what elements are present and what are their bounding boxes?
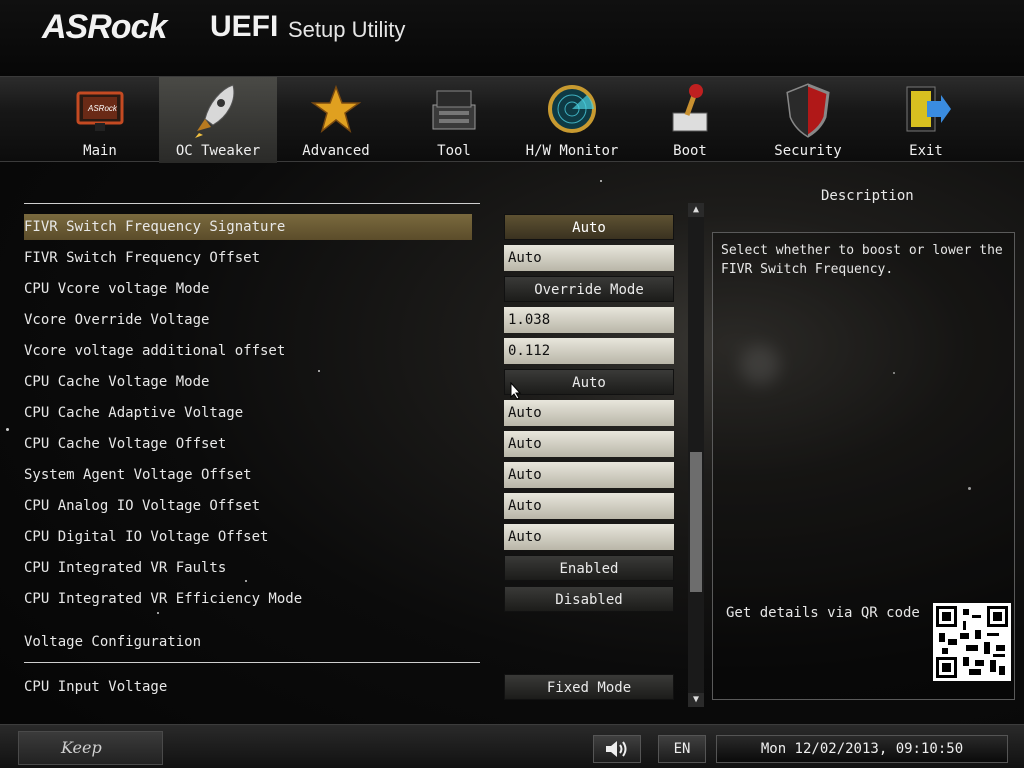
tab-hw-monitor-label: H/W Monitor xyxy=(525,143,619,159)
svg-text:ASRock: ASRock xyxy=(87,104,118,113)
setting-label: CPU Integrated VR Efficiency Mode xyxy=(24,591,303,607)
tab-advanced-label: Advanced xyxy=(302,143,370,159)
setting-input[interactable]: Auto xyxy=(504,245,674,271)
setting-input[interactable]: 1.038 xyxy=(504,307,674,333)
setting-row[interactable]: CPU Integrated VR Efficiency Mode Disabl… xyxy=(24,586,674,612)
header: ASRock UEFI Setup Utility xyxy=(0,0,1024,76)
qr-code-icon xyxy=(933,603,1011,681)
tab-security[interactable]: Security xyxy=(749,77,867,163)
tagline: Keep leading xyxy=(18,731,163,765)
setting-row[interactable]: Vcore Override Voltage 1.038 xyxy=(24,307,674,333)
star-icon xyxy=(311,84,361,134)
setting-label: CPU Vcore voltage Mode xyxy=(24,281,210,297)
setting-label: CPU Input Voltage xyxy=(24,679,168,695)
setting-row[interactable]: Vcore voltage additional offset 0.112 xyxy=(24,338,674,364)
monitor-icon: ASRock xyxy=(76,91,124,131)
brand-logo: ASRock xyxy=(42,8,167,46)
setting-select[interactable]: Fixed Mode xyxy=(504,674,674,700)
setting-row[interactable]: CPU Digital IO Voltage Offset Auto xyxy=(24,524,674,550)
setting-select[interactable]: Override Mode xyxy=(504,276,674,302)
setting-label: CPU Cache Voltage Mode xyxy=(24,374,210,390)
description-panel: Select whether to boost or lower the FIV… xyxy=(712,232,1015,700)
product-subtitle: Setup Utility xyxy=(288,17,406,42)
setting-row[interactable]: CPU Integrated VR Faults Enabled xyxy=(24,555,674,581)
date-time-display: Mon 12/02/2013, 09:10:50 xyxy=(716,735,1008,763)
tab-exit-label: Exit xyxy=(909,143,943,159)
setting-label: Vcore voltage additional offset xyxy=(24,343,286,359)
setting-input[interactable]: Auto xyxy=(504,493,674,519)
setting-row[interactable]: System Agent Voltage Offset Auto xyxy=(24,462,674,488)
tab-boot-label: Boot xyxy=(673,143,707,159)
tab-main-label: Main xyxy=(83,143,117,159)
rocket-icon xyxy=(195,84,235,138)
settings-scrollbar[interactable]: ▲ ▼ xyxy=(688,203,704,707)
tab-main[interactable]: ASRock Main xyxy=(41,77,159,163)
setting-select[interactable]: Auto xyxy=(504,214,674,240)
list-top-divider xyxy=(24,203,480,204)
footer-bar: Keep leading EN Mon 12/02/2013, 09:10:50 xyxy=(0,724,1024,768)
setting-input[interactable]: 0.112 xyxy=(504,338,674,364)
setting-input[interactable]: Auto xyxy=(504,524,674,550)
setting-label: CPU Digital IO Voltage Offset xyxy=(24,529,269,545)
setting-label: FIVR Switch Frequency Signature xyxy=(24,214,472,240)
setting-label: Vcore Override Voltage xyxy=(24,312,210,328)
qr-caption: Get details via QR code xyxy=(726,605,920,621)
section-divider xyxy=(24,662,480,663)
tab-oc-tweaker-label: OC Tweaker xyxy=(175,143,261,159)
description-title: Description xyxy=(821,188,914,204)
tab-exit[interactable]: Exit xyxy=(867,77,985,163)
setting-row[interactable]: CPU Cache Voltage Offset Auto xyxy=(24,431,674,457)
setting-label: CPU Integrated VR Faults xyxy=(24,560,227,576)
setting-row[interactable]: FIVR Switch Frequency Signature Auto xyxy=(24,214,674,240)
toolbox-icon xyxy=(432,90,476,130)
setting-select[interactable]: Disabled xyxy=(504,586,674,612)
tab-hw-monitor[interactable]: H/W Monitor xyxy=(513,77,631,163)
description-text: Select whether to boost or lower the FIV… xyxy=(721,243,1003,277)
speaker-icon[interactable] xyxy=(593,735,641,763)
setting-row[interactable]: CPU Cache Voltage Mode Auto xyxy=(24,369,674,395)
scrollbar-thumb[interactable] xyxy=(690,452,702,593)
setting-label: CPU Cache Voltage Offset xyxy=(24,436,227,452)
tab-tool[interactable]: Tool xyxy=(395,77,513,163)
setting-select[interactable]: Auto xyxy=(504,369,674,395)
scroll-down-icon[interactable]: ▼ xyxy=(688,693,704,707)
tab-security-label: Security xyxy=(774,143,842,159)
setting-label: FIVR Switch Frequency Offset xyxy=(24,250,261,266)
setting-row[interactable]: CPU Input Voltage Fixed Mode xyxy=(24,674,674,700)
main-tab-bar: ASRock Main OC Tweaker Advanced Tool H/W… xyxy=(0,76,1024,163)
language-button[interactable]: EN xyxy=(658,735,706,763)
setting-input[interactable]: Auto xyxy=(504,400,674,426)
setting-row[interactable]: CPU Vcore voltage Mode Override Mode xyxy=(24,276,674,302)
tab-boot[interactable]: Boot xyxy=(631,77,749,163)
joystick-icon xyxy=(672,84,708,132)
setting-row[interactable]: FIVR Switch Frequency Offset Auto xyxy=(24,245,674,271)
setting-input[interactable]: Auto xyxy=(504,431,674,457)
setting-input[interactable]: Auto xyxy=(504,462,674,488)
tab-oc-tweaker[interactable]: OC Tweaker xyxy=(159,77,277,163)
setting-row[interactable]: CPU Analog IO Voltage Offset Auto xyxy=(24,493,674,519)
setting-label: CPU Cache Adaptive Voltage xyxy=(24,405,244,421)
shield-icon xyxy=(786,83,830,138)
setting-label: System Agent Voltage Offset xyxy=(24,467,252,483)
setting-select[interactable]: Enabled xyxy=(504,555,674,581)
exit-door-icon xyxy=(906,86,951,132)
radar-icon xyxy=(548,85,596,133)
setting-label: CPU Analog IO Voltage Offset xyxy=(24,498,261,514)
tab-advanced[interactable]: Advanced xyxy=(277,77,395,163)
mouse-cursor-icon xyxy=(510,382,522,400)
scroll-up-icon[interactable]: ▲ xyxy=(688,203,704,217)
setting-row[interactable]: CPU Cache Adaptive Voltage Auto xyxy=(24,400,674,426)
tab-tool-label: Tool xyxy=(437,143,471,159)
section-heading: Voltage Configuration xyxy=(24,634,202,650)
product-name: UEFI xyxy=(210,10,279,43)
